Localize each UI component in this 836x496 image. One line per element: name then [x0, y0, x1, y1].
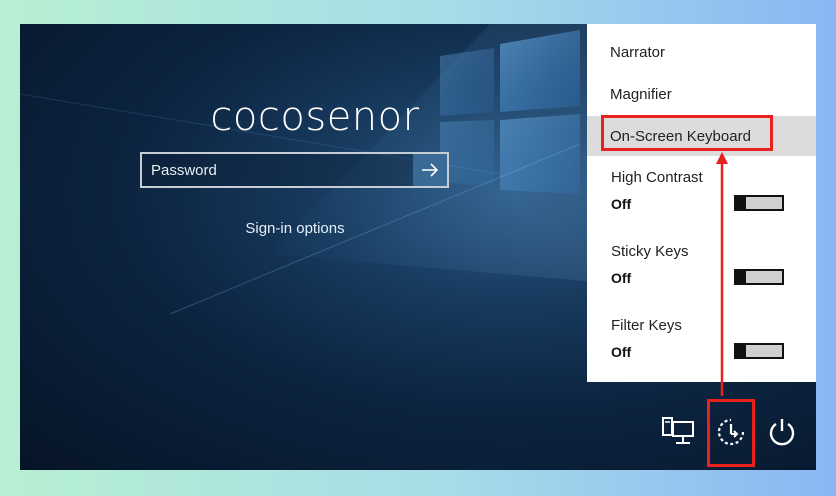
filter-keys-state: Off — [611, 344, 632, 360]
toggle-knob — [736, 195, 746, 211]
network-icon — [662, 417, 694, 444]
arrow-right-icon — [422, 163, 439, 177]
ease-of-access-highlight — [707, 399, 755, 467]
high-contrast-label: High Contrast — [611, 169, 703, 186]
sticky-keys-label: Sticky Keys — [611, 243, 689, 260]
high-contrast-toggle[interactable] — [734, 195, 784, 211]
password-box — [140, 152, 449, 188]
sticky-keys-toggle[interactable] — [734, 269, 784, 285]
ease-of-access-menu: Narrator Magnifier On-Screen Keyboard Hi… — [587, 24, 816, 382]
user-name: cocosenor — [210, 94, 420, 140]
power-icon — [769, 419, 795, 446]
sticky-keys-state: Off — [611, 270, 632, 286]
filter-keys-label: Filter Keys — [611, 317, 682, 334]
lock-screen: cocosenor Sign-in options Narrator Magni… — [20, 24, 816, 470]
submit-button[interactable] — [413, 154, 447, 186]
menu-item-magnifier[interactable]: Magnifier — [587, 74, 816, 114]
power-button[interactable] — [762, 412, 802, 452]
toggle-knob — [736, 343, 746, 359]
password-field[interactable] — [142, 154, 413, 186]
filter-keys-toggle[interactable] — [734, 343, 784, 359]
menu-item-narrator[interactable]: Narrator — [587, 32, 816, 72]
on-screen-keyboard-highlight — [601, 115, 773, 151]
high-contrast-state: Off — [611, 196, 632, 212]
toggle-knob — [736, 269, 746, 285]
network-button[interactable] — [659, 412, 699, 452]
sign-in-options-link[interactable]: Sign-in options — [170, 220, 420, 237]
